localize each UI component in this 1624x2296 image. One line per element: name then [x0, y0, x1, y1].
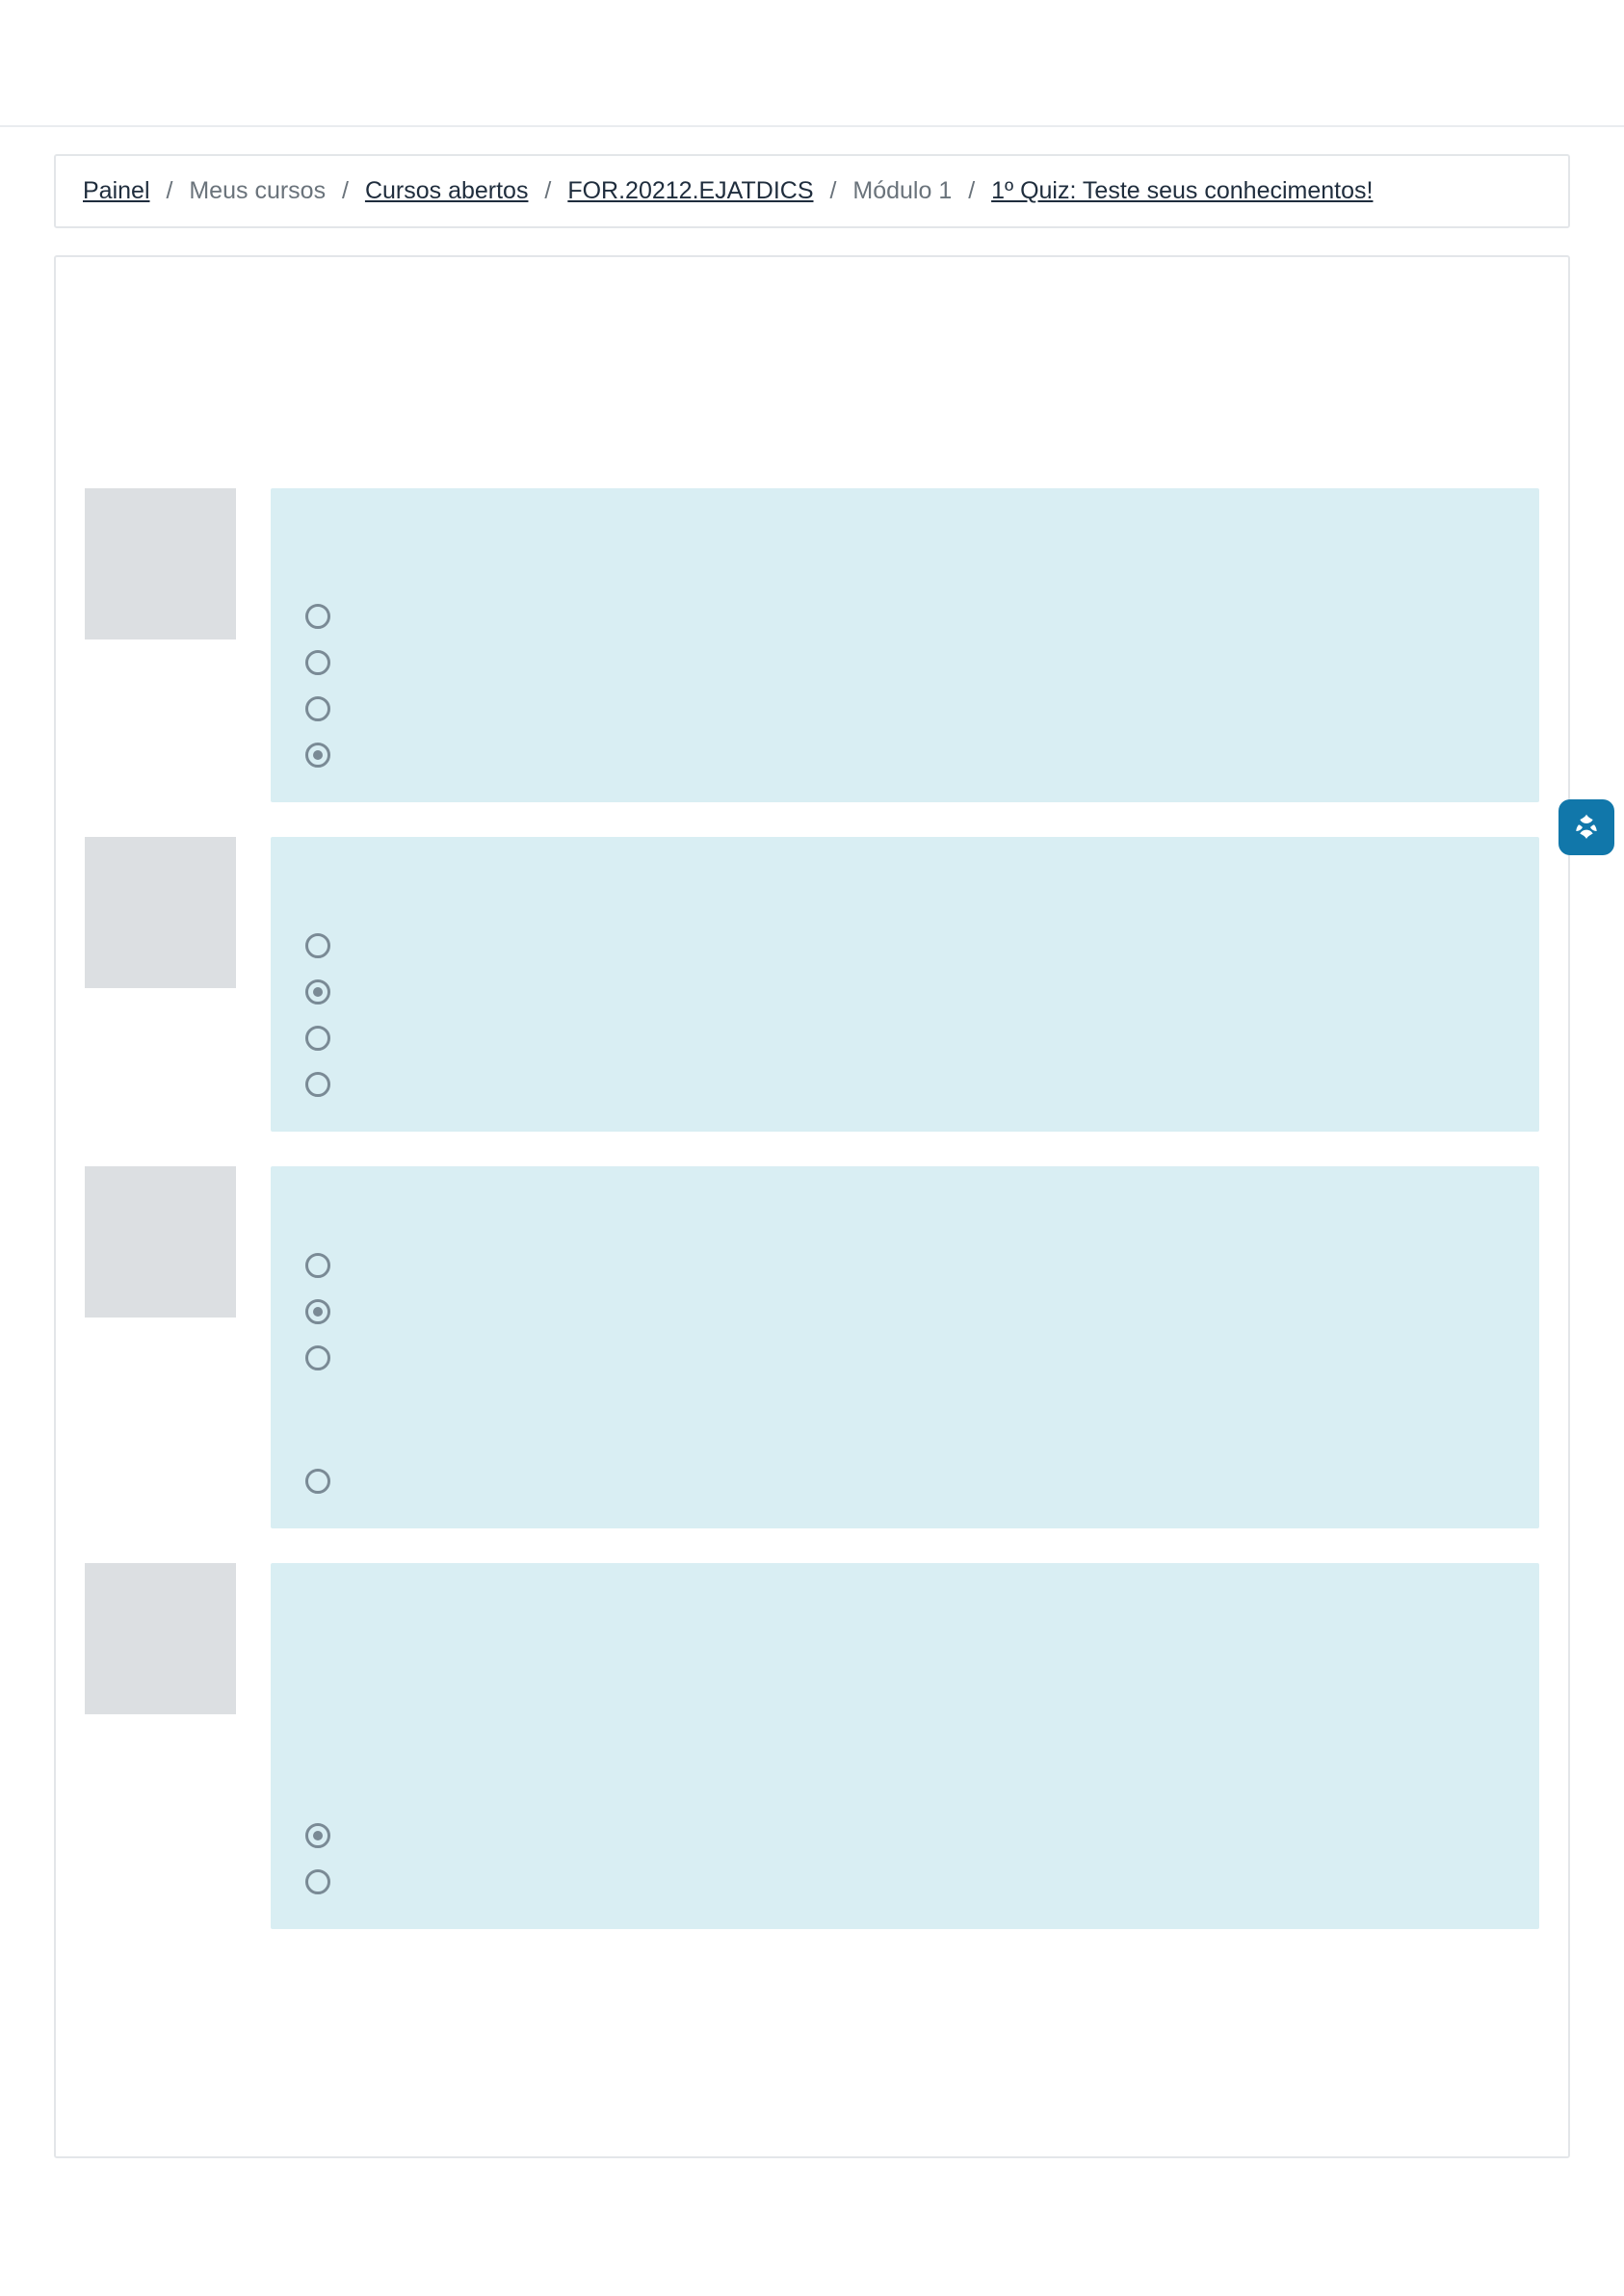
question-options: [305, 1243, 1505, 1494]
radio-icon: [305, 979, 330, 1004]
hands-icon: [1571, 812, 1602, 843]
radio-icon: [305, 1345, 330, 1370]
question-body: [271, 488, 1539, 802]
option-b[interactable]: [305, 979, 1505, 1004]
question-options: [305, 594, 1505, 768]
question-text: [305, 1195, 1505, 1243]
radio-icon: [305, 1072, 330, 1097]
question-1: [85, 488, 1539, 802]
radio-icon: [305, 1823, 330, 1848]
question-text: [305, 517, 1505, 594]
option-a[interactable]: [305, 604, 1505, 629]
question-body: [271, 1166, 1539, 1528]
breadcrumb-sep: /: [166, 177, 172, 204]
breadcrumb-card: Painel / Meus cursos / Cursos abertos / …: [54, 154, 1570, 228]
question-info-sidebar: [85, 837, 236, 988]
breadcrumb-module: Módulo 1: [852, 177, 952, 204]
question-options: [305, 1813, 1505, 1894]
radio-icon: [305, 1299, 330, 1324]
breadcrumb-cursos-abertos[interactable]: Cursos abertos: [365, 177, 529, 204]
breadcrumb-sep: /: [968, 177, 975, 204]
question-options: [305, 924, 1505, 1097]
option-c[interactable]: [305, 1026, 1505, 1051]
radio-icon: [305, 1026, 330, 1051]
breadcrumb: Painel / Meus cursos / Cursos abertos / …: [56, 156, 1568, 226]
question-info-sidebar: [85, 1563, 236, 1714]
radio-icon: [305, 1253, 330, 1278]
option-c[interactable]: [305, 696, 1505, 721]
accessibility-libras-button[interactable]: [1559, 799, 1614, 855]
spacer: [305, 1669, 1505, 1813]
quiz-content-card: [54, 255, 1570, 2158]
radio-icon: [305, 604, 330, 629]
question-body: [271, 1563, 1539, 1929]
breadcrumb-quiz[interactable]: 1º Quiz: Teste seus conhecimentos!: [991, 177, 1373, 204]
question-2: [85, 837, 1539, 1132]
option-a[interactable]: [305, 933, 1505, 958]
radio-icon: [305, 650, 330, 675]
breadcrumb-sep: /: [544, 177, 551, 204]
radio-icon: [305, 1869, 330, 1894]
option-b[interactable]: [305, 1299, 1505, 1324]
option-a[interactable]: [305, 1823, 1505, 1848]
question-info-sidebar: [85, 1166, 236, 1318]
radio-icon: [305, 1469, 330, 1494]
option-a[interactable]: [305, 1253, 1505, 1278]
question-text: [305, 1592, 1505, 1669]
option-c[interactable]: [305, 1345, 1505, 1370]
option-d[interactable]: [305, 1072, 1505, 1097]
top-divider: [0, 125, 1624, 127]
radio-icon: [305, 933, 330, 958]
radio-icon: [305, 743, 330, 768]
option-d[interactable]: [305, 1469, 1505, 1494]
question-text: [305, 866, 1505, 924]
option-d[interactable]: [305, 743, 1505, 768]
radio-icon: [305, 696, 330, 721]
option-b[interactable]: [305, 650, 1505, 675]
breadcrumb-sep: /: [342, 177, 349, 204]
question-info-sidebar: [85, 488, 236, 639]
option-b[interactable]: [305, 1869, 1505, 1894]
breadcrumb-sep: /: [829, 177, 836, 204]
question-3: [85, 1166, 1539, 1528]
spacer: [85, 286, 1539, 488]
breadcrumb-course-code[interactable]: FOR.20212.EJATDICS: [567, 177, 813, 204]
question-body: [271, 837, 1539, 1132]
question-4: [85, 1563, 1539, 1929]
breadcrumb-meus-cursos: Meus cursos: [189, 177, 326, 204]
breadcrumb-painel[interactable]: Painel: [83, 177, 150, 204]
